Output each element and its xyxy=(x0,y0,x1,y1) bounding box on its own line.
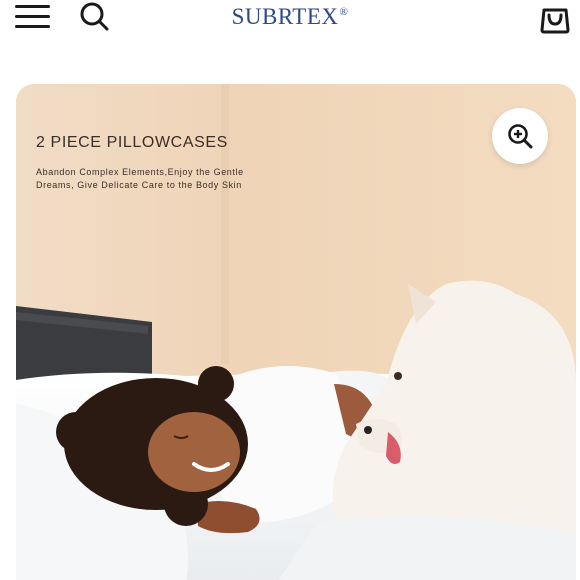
hero-subtitle-line-1: Abandon Complex Elements,Enjoy the Gentl… xyxy=(36,167,244,177)
hero-subtitle: Abandon Complex Elements,Enjoy the Gentl… xyxy=(36,166,296,192)
zoom-in-icon xyxy=(508,124,533,149)
shopping-bag-icon xyxy=(540,8,570,34)
hero-title: 2 PIECE PILLOWCASES xyxy=(36,134,228,151)
brand-name: SUBRTEX xyxy=(231,4,339,29)
registered-mark: ® xyxy=(339,6,349,19)
hero-banner: 2 PIECE PILLOWCASES Abandon Complex Elem… xyxy=(16,84,576,580)
site-header: SUBRTEX® xyxy=(0,0,580,40)
hero-photo xyxy=(16,84,576,580)
hero-subtitle-line-2: Dreams, Give Delicate Care to the Body S… xyxy=(36,180,242,190)
brand-logo[interactable]: SUBRTEX® xyxy=(0,4,580,30)
woman-face xyxy=(148,412,240,492)
zoom-button[interactable] xyxy=(492,108,548,164)
cart-button[interactable] xyxy=(538,0,572,34)
